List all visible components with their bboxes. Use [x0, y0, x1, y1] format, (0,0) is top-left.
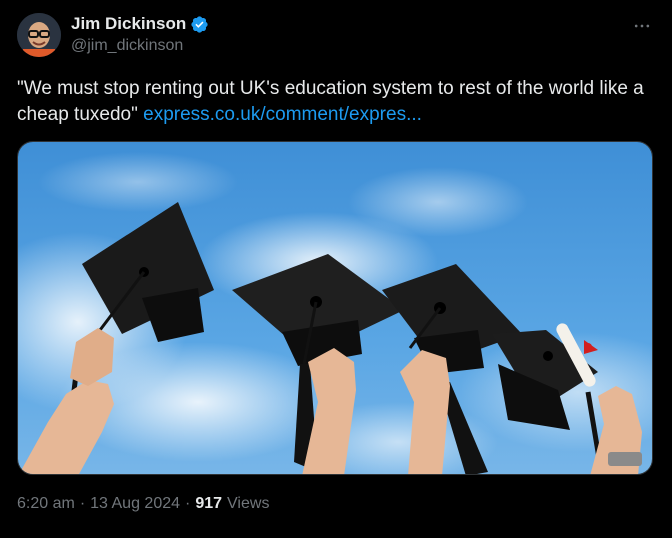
avatar[interactable] [17, 13, 61, 57]
meta-separator-1: · [79, 495, 86, 512]
author-display-name[interactable]: Jim Dickinson [71, 14, 186, 34]
tweet-media-image[interactable] [17, 141, 653, 475]
more-options-button[interactable] [628, 12, 656, 40]
views-label[interactable]: Views [227, 495, 269, 513]
avatar-image [17, 13, 61, 57]
tweet-date[interactable]: 13 Aug 2024 [90, 495, 180, 513]
verified-badge-icon [190, 15, 209, 34]
views-count: 917 [195, 495, 223, 512]
tweet-meta: 6:20 am · 13 Aug 2024 · 917 Views [17, 495, 269, 513]
tweet-time[interactable]: 6:20 am [17, 495, 75, 513]
author-name-row: Jim Dickinson [71, 13, 209, 35]
meta-separator-2: · [185, 495, 191, 512]
tweet-text: "We must stop renting out UK's education… [17, 76, 657, 128]
more-horizontal-icon [634, 24, 650, 28]
tweet-link[interactable]: express.co.uk/comment/expres... [143, 104, 422, 125]
author-handle[interactable]: @jim_dickinson [71, 37, 183, 55]
graduation-caps-photo [18, 142, 652, 474]
